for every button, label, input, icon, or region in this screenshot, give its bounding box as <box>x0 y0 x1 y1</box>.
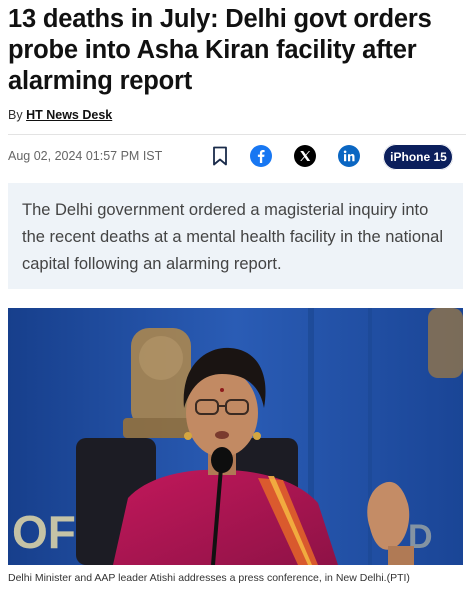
article-summary-box: The Delhi government ordered a magisteri… <box>8 183 463 289</box>
byline: By HT News Desk <box>8 108 112 122</box>
facebook-icon <box>250 145 272 167</box>
linkedin-icon <box>338 145 360 167</box>
facebook-share-button[interactable] <box>250 145 272 167</box>
photo-caption: Delhi Minister and AAP leader Atishi add… <box>8 572 410 584</box>
bookmark-icon <box>213 146 227 166</box>
article-headline: 13 deaths in July: Delhi govt orders pro… <box>8 5 432 95</box>
publish-timestamp: Aug 02, 2024 01:57 PM IST <box>8 149 163 163</box>
divider <box>8 134 466 135</box>
byline-prefix: By <box>8 108 23 122</box>
iphone-promo-button[interactable]: iPhone 15 <box>383 144 453 170</box>
article-photo: OF D <box>8 308 463 565</box>
promo-label: iPhone 15 <box>390 150 447 164</box>
author-link[interactable]: HT News Desk <box>26 108 112 122</box>
linkedin-share-button[interactable] <box>338 145 360 167</box>
press-conference-illustration: OF D <box>8 308 463 565</box>
article-summary: The Delhi government ordered a magisteri… <box>22 201 444 273</box>
photo-watermark-text: OF <box>12 506 76 558</box>
x-share-button[interactable] <box>294 145 316 167</box>
bookmark-button[interactable] <box>209 145 231 167</box>
x-icon <box>294 145 316 167</box>
